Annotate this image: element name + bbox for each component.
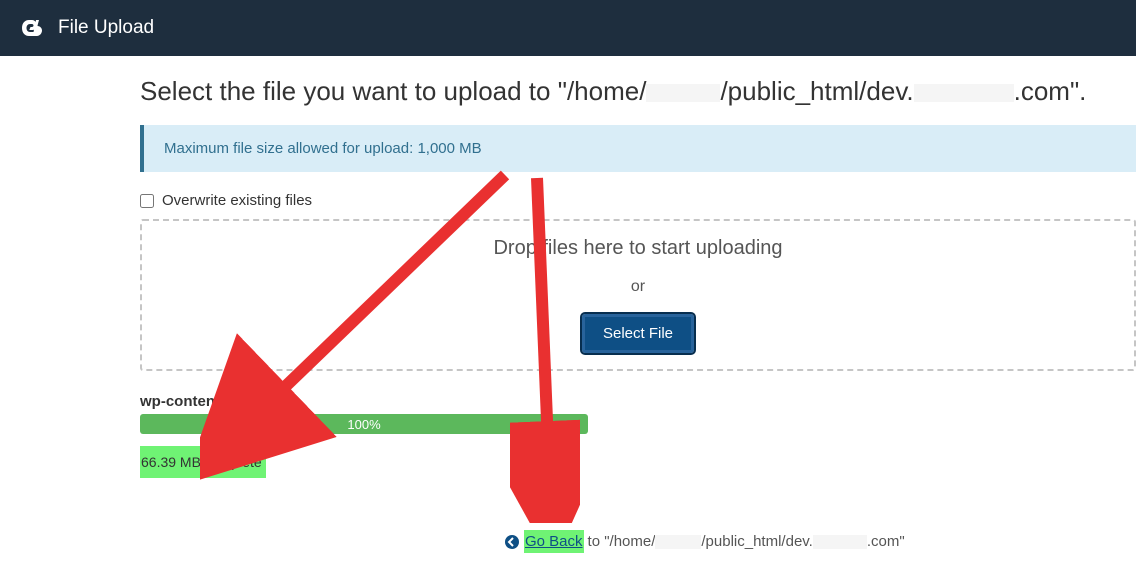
drop-instruction: Drop files here to start uploading [493, 237, 782, 260]
max-filesize-banner: Maximum file size allowed for upload: 1,… [140, 125, 1136, 172]
upload-status-text: 66.39 MB complete [140, 446, 266, 478]
overwrite-label[interactable]: Overwrite existing files [140, 192, 1136, 209]
content: Select the file you want to upload to "/… [0, 56, 1136, 478]
upload-filename: wp-content.zip [140, 393, 1136, 410]
redacted-domain-2 [813, 535, 867, 549]
redacted-user [646, 84, 720, 102]
heading-prefix: Select the file you want to upload to "/… [140, 76, 646, 106]
redacted-user-2 [655, 535, 701, 549]
goback-to: to "/home/ /public_html/dev. .com" [588, 533, 905, 550]
page-title: File Upload [58, 17, 154, 39]
upload-progressbar: 100% [140, 414, 588, 434]
brand: File Upload [20, 16, 154, 40]
cpanel-icon [20, 16, 44, 40]
goback-suffix: .com" [867, 533, 905, 550]
upload-status-line: 66.39 MB complete [140, 446, 1136, 478]
heading-mid: /public_html/dev. [720, 76, 913, 106]
goback-to-text: to "/home/ [588, 533, 656, 550]
or-text: or [631, 278, 645, 296]
heading-suffix: .com". [1014, 76, 1087, 106]
dropzone[interactable]: Drop files here to start uploading or Se… [140, 219, 1136, 371]
select-file-button[interactable]: Select File [582, 314, 694, 353]
upload-status: wp-content.zip 100% 66.39 MB complete [140, 393, 1136, 478]
goback-mid: /public_html/dev. [701, 533, 812, 550]
banner-text: Maximum file size allowed for upload: 1,… [164, 140, 482, 157]
topbar: File Upload [0, 0, 1136, 56]
redacted-domain [914, 84, 1014, 102]
overwrite-checkbox[interactable] [140, 194, 154, 208]
upload-heading: Select the file you want to upload to "/… [140, 76, 1136, 107]
goback-link[interactable]: Go Back [524, 530, 584, 553]
back-arrow-icon [504, 534, 520, 550]
overwrite-text: Overwrite existing files [162, 192, 312, 209]
progress-percent: 100% [347, 417, 380, 432]
goback-row: Go Back to "/home/ /public_html/dev. .com" [504, 530, 905, 553]
